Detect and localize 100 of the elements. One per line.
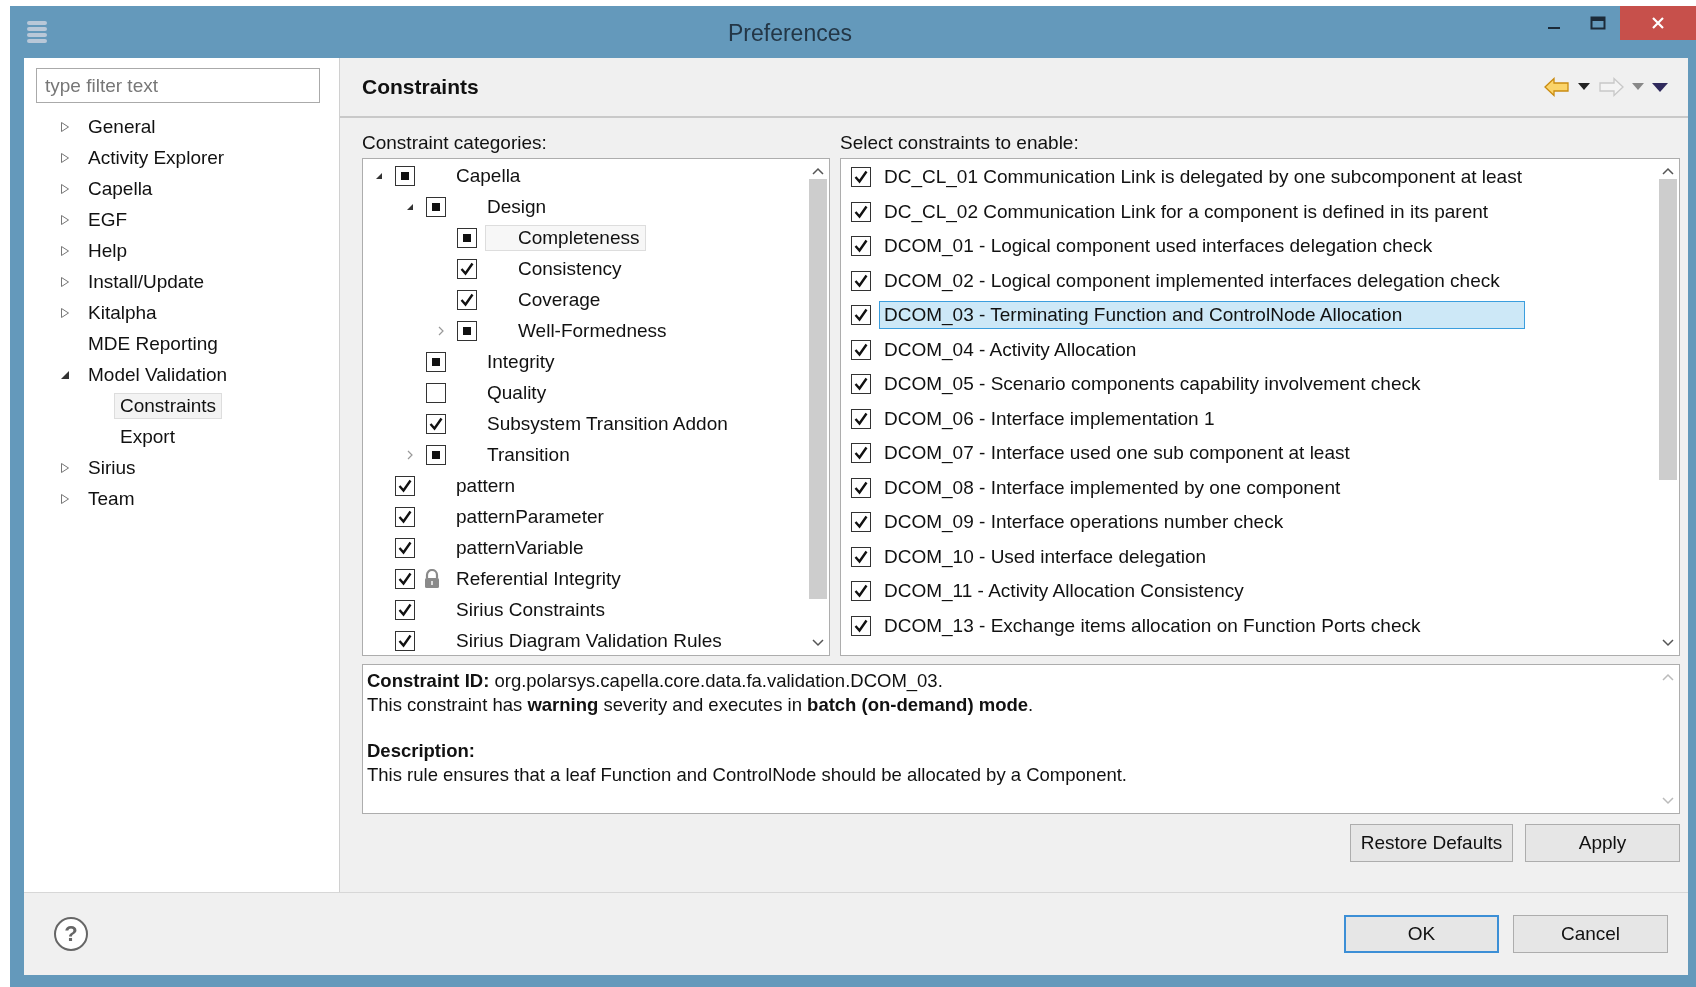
constraint-item[interactable]: DCOM_06 - Interface implementation 1 [879, 404, 1220, 433]
constraint-item[interactable]: DCOM_13 - Exchange items allocation on Function Ports check [879, 611, 1426, 640]
constraint-item[interactable]: DCOM_09 - Interface operations number check [879, 508, 1289, 537]
tree-item[interactable]: EGF [82, 206, 134, 233]
checkbox[interactable] [851, 374, 871, 395]
checkbox[interactable] [395, 537, 415, 558]
category-item[interactable]: Referential Integrity [449, 565, 628, 592]
category-item[interactable]: Subsystem Transition Addon [480, 410, 735, 437]
view-menu-icon[interactable] [1652, 82, 1668, 92]
checkbox[interactable] [395, 630, 415, 651]
category-item[interactable]: Sirius Diagram Validation Rules [449, 627, 729, 654]
checkbox[interactable] [457, 258, 477, 279]
constraint-item[interactable]: DCOM_04 - Activity Allocation [879, 335, 1142, 364]
scroll-down-icon[interactable] [812, 639, 824, 647]
page-button[interactable]: Restore Defaults [1350, 824, 1513, 862]
expand-arrow-icon[interactable] [60, 213, 70, 226]
category-item[interactable]: Quality [480, 379, 554, 406]
constraint-item[interactable]: DCOM_11 - Activity Allocation Consistency [879, 577, 1249, 606]
checkbox[interactable] [395, 568, 415, 589]
category-item[interactable]: Well-Formedness [511, 317, 674, 344]
scroll-up-icon[interactable] [812, 167, 824, 175]
help-button[interactable]: ? [54, 917, 88, 951]
expand-arrow-icon[interactable] [60, 182, 70, 195]
constraint-item[interactable]: DCOM_02 - Logical component implemented interfaces delegation check [879, 266, 1505, 295]
expand-arrow-icon[interactable] [60, 151, 70, 164]
scroll-down-icon[interactable] [1662, 639, 1674, 647]
checkbox[interactable] [851, 512, 871, 533]
constraint-item[interactable]: DCOM_01 - Logical component used interfaces delegation check [879, 232, 1438, 261]
checkbox[interactable] [851, 408, 871, 429]
checkbox[interactable] [426, 196, 446, 217]
tree-item[interactable]: Capella [82, 175, 159, 202]
category-item[interactable]: Integrity [480, 348, 562, 375]
checkbox[interactable] [851, 167, 871, 188]
checkbox[interactable] [395, 506, 415, 527]
checkbox[interactable] [395, 599, 415, 620]
checkbox[interactable] [851, 236, 871, 257]
expand-arrow-icon[interactable] [60, 492, 70, 505]
checkbox[interactable] [457, 320, 477, 341]
collapse-arrow-icon[interactable] [375, 171, 383, 180]
tree-item[interactable]: Export [114, 423, 181, 450]
tree-item[interactable]: Install/Update [82, 268, 211, 295]
checkbox[interactable] [851, 615, 871, 636]
checkbox[interactable] [426, 382, 446, 403]
category-item[interactable]: Sirius Constraints [449, 596, 612, 623]
checkbox[interactable] [851, 443, 871, 464]
scrollbar-thumb[interactable] [809, 179, 827, 599]
checkbox[interactable] [851, 305, 871, 326]
category-item[interactable]: Capella [449, 162, 528, 189]
filter-field[interactable]: type filter text [36, 68, 320, 103]
scrollbar-thumb[interactable] [1659, 179, 1677, 480]
dropdown-caret-icon[interactable] [1578, 83, 1590, 91]
tree-item[interactable]: Activity Explorer [82, 144, 231, 171]
category-item[interactable]: Completeness [485, 224, 647, 251]
checkbox[interactable] [851, 339, 871, 360]
checkbox[interactable] [851, 546, 871, 567]
checkbox[interactable] [426, 351, 446, 372]
expand-chevron-icon[interactable] [437, 325, 445, 336]
checkbox[interactable] [457, 227, 477, 248]
tree-item[interactable]: General [82, 113, 162, 140]
checkbox[interactable] [395, 165, 415, 186]
checkbox[interactable] [851, 477, 871, 498]
tree-item[interactable]: Kitalpha [82, 299, 163, 326]
constraint-item[interactable]: DC_CL_02 Communication Link for a component is defined in its parent [879, 197, 1494, 226]
close-button[interactable] [1620, 6, 1696, 40]
category-item[interactable]: patternParameter [449, 503, 611, 530]
tree-item[interactable]: Sirius [82, 454, 142, 481]
page-button[interactable]: Apply [1525, 824, 1680, 862]
tree-item[interactable]: Team [82, 485, 141, 512]
checkbox[interactable] [851, 270, 871, 291]
category-item[interactable]: Consistency [511, 255, 629, 282]
category-item[interactable]: Design [480, 193, 554, 220]
expand-arrow-icon[interactable] [60, 306, 70, 319]
checkbox[interactable] [426, 444, 446, 465]
category-item[interactable]: Coverage [511, 286, 608, 313]
expand-arrow-icon[interactable] [60, 120, 70, 133]
expand-arrow-icon[interactable] [60, 244, 70, 257]
constraint-item[interactable]: DC_CL_01 Communication Link is delegated by one subcomponent at least [879, 163, 1527, 192]
tree-item[interactable]: MDE Reporting [82, 330, 224, 357]
constraint-item[interactable]: DCOM_05 - Scenario components capability involvement check [879, 370, 1426, 399]
expand-arrow-icon[interactable] [60, 461, 70, 474]
constraint-item[interactable]: DCOM_10 - Used interface delegation [879, 542, 1212, 571]
checkbox[interactable] [457, 289, 477, 310]
expand-arrow-icon[interactable] [60, 275, 70, 288]
tree-item[interactable]: Help [82, 237, 134, 264]
checkbox[interactable] [851, 201, 871, 222]
scroll-up-icon[interactable] [1662, 167, 1674, 175]
tree-item[interactable]: Constraints [114, 392, 223, 419]
category-item[interactable]: patternVariable [449, 534, 591, 561]
dialog-button[interactable]: Cancel [1513, 915, 1668, 953]
category-item[interactable]: Transition [480, 441, 577, 468]
collapse-arrow-icon[interactable] [60, 369, 70, 380]
checkbox[interactable] [395, 475, 415, 496]
constraint-item[interactable]: DCOM_07 - Interface used one sub component at least [879, 439, 1355, 468]
checkbox[interactable] [426, 413, 446, 434]
tree-item[interactable]: Model Validation [82, 361, 234, 388]
expand-chevron-icon[interactable] [406, 449, 414, 460]
constraint-item[interactable]: DCOM_03 - Terminating Function and ControlNode Allocation [879, 301, 1525, 330]
constraint-item[interactable]: DCOM_08 - Interface implemented by one component [879, 473, 1346, 502]
dialog-button[interactable]: OK [1344, 915, 1499, 953]
category-item[interactable]: pattern [449, 472, 523, 499]
